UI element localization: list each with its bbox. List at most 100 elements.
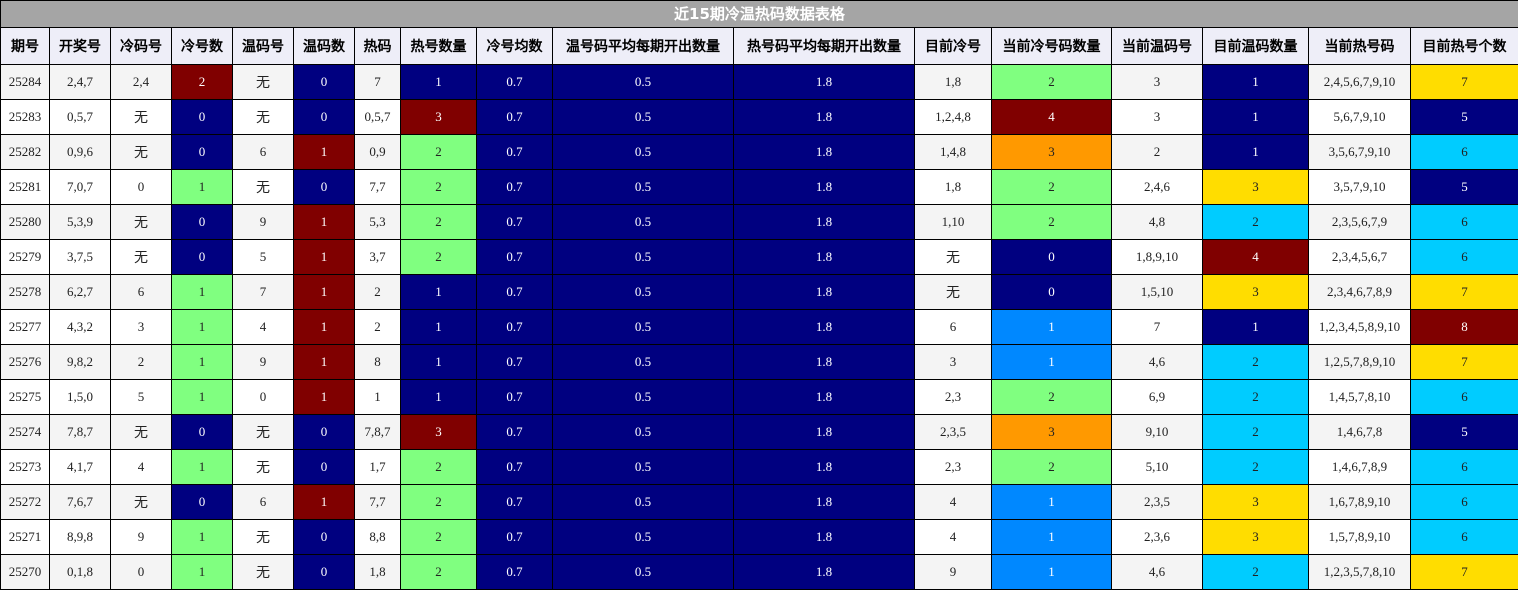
data-table-container: 近15期冷温热码数据表格 期号 开奖号 冷码号 冷号数 温码号 温码数 热码 热…	[0, 0, 1518, 577]
hot-count-cell: 2	[401, 135, 477, 170]
hot-count-cell: 2	[401, 485, 477, 520]
current-cold-count-cell: 2	[992, 205, 1112, 240]
hot-numbers-cell: 0,5,7	[355, 100, 401, 135]
issue-cell: 25274	[1, 415, 50, 450]
hot-average-cell: 1.8	[734, 65, 915, 100]
hot-average-cell: 1.8	[734, 100, 915, 135]
header-row: 期号 开奖号 冷码号 冷号数 温码号 温码数 热码 热号数量 冷号均数 温号码平…	[1, 28, 1518, 65]
col-header-cur-hot: 当前热号码	[1309, 28, 1411, 65]
warm-count-cell: 0	[294, 170, 355, 205]
current-cold-count-cell: 2	[992, 450, 1112, 485]
current-warm-count-cell: 2	[1203, 205, 1309, 240]
cold-average-cell: 0.7	[477, 100, 553, 135]
cold-average-cell: 0.7	[477, 275, 553, 310]
issue-cell: 25270	[1, 555, 50, 590]
warm-numbers-cell: 7	[233, 275, 294, 310]
hot-numbers-cell: 1	[355, 380, 401, 415]
current-hot-cell: 5,6,7,9,10	[1309, 100, 1411, 135]
table-row: 252774,3,23141210.70.51.861711,2,3,4,5,8…	[1, 310, 1518, 345]
cold-average-cell: 0.7	[477, 240, 553, 275]
col-header-issue: 期号	[1, 28, 50, 65]
hot-numbers-cell: 7	[355, 65, 401, 100]
current-warm-cell: 4,6	[1112, 345, 1203, 380]
current-warm-count-cell: 2	[1203, 415, 1309, 450]
warm-numbers-cell: 9	[233, 205, 294, 240]
warm-count-cell: 1	[294, 205, 355, 240]
table-row: 252842,4,72,42无0710.70.51.81,82312,4,5,6…	[1, 65, 1518, 100]
current-warm-cell: 6,9	[1112, 380, 1203, 415]
hot-average-cell: 1.8	[734, 240, 915, 275]
col-header-warm-count: 温码数	[294, 28, 355, 65]
current-warm-cell: 5,10	[1112, 450, 1203, 485]
current-cold-count-cell: 3	[992, 135, 1112, 170]
cold-numbers-cell: 4	[111, 450, 172, 485]
current-cold-cell: 4	[915, 520, 992, 555]
cold-count-cell: 1	[172, 555, 233, 590]
cold-count-cell: 0	[172, 100, 233, 135]
issue-cell: 25284	[1, 65, 50, 100]
current-warm-cell: 4,6	[1112, 555, 1203, 590]
warm-average-cell: 0.5	[553, 345, 734, 380]
current-cold-cell: 4	[915, 485, 992, 520]
current-hot-count-cell: 6	[1411, 205, 1518, 240]
current-cold-cell: 1,2,4,8	[915, 100, 992, 135]
table-row: 252727,6,7无0617,720.70.51.8412,3,531,6,7…	[1, 485, 1518, 520]
current-cold-cell: 无	[915, 240, 992, 275]
draw-numbers-cell: 0,1,8	[50, 555, 111, 590]
cold-numbers-cell: 0	[111, 170, 172, 205]
cold-count-cell: 0	[172, 415, 233, 450]
table-row: 252700,1,801无01,820.70.51.8914,621,2,3,5…	[1, 555, 1518, 590]
draw-numbers-cell: 1,5,0	[50, 380, 111, 415]
current-warm-cell: 3	[1112, 100, 1203, 135]
cold-numbers-cell: 2,4	[111, 65, 172, 100]
col-header-cur-cold-count: 当前冷号码数量	[992, 28, 1112, 65]
issue-cell: 25282	[1, 135, 50, 170]
current-cold-count-cell: 2	[992, 170, 1112, 205]
warm-count-cell: 0	[294, 100, 355, 135]
hot-count-cell: 1	[401, 65, 477, 100]
cold-numbers-cell: 6	[111, 275, 172, 310]
current-warm-count-cell: 2	[1203, 555, 1309, 590]
draw-numbers-cell: 0,5,7	[50, 100, 111, 135]
col-header-hot-count: 热号数量	[401, 28, 477, 65]
hot-count-cell: 2	[401, 205, 477, 240]
warm-numbers-cell: 6	[233, 135, 294, 170]
current-warm-count-cell: 2	[1203, 450, 1309, 485]
current-cold-count-cell: 1	[992, 520, 1112, 555]
table-row: 252786,2,76171210.70.51.8无01,5,1032,3,4,…	[1, 275, 1518, 310]
current-hot-cell: 1,2,5,7,8,9,10	[1309, 345, 1411, 380]
current-warm-count-cell: 3	[1203, 520, 1309, 555]
warm-numbers-cell: 无	[233, 65, 294, 100]
warm-numbers-cell: 6	[233, 485, 294, 520]
current-cold-count-cell: 4	[992, 100, 1112, 135]
issue-cell: 25273	[1, 450, 50, 485]
warm-average-cell: 0.5	[553, 275, 734, 310]
current-cold-cell: 1,8	[915, 65, 992, 100]
current-hot-count-cell: 6	[1411, 240, 1518, 275]
warm-average-cell: 0.5	[553, 380, 734, 415]
hot-count-cell: 2	[401, 555, 477, 590]
hot-count-cell: 2	[401, 240, 477, 275]
warm-count-cell: 1	[294, 380, 355, 415]
warm-numbers-cell: 无	[233, 555, 294, 590]
current-cold-cell: 6	[915, 310, 992, 345]
current-cold-cell: 2,3	[915, 450, 992, 485]
table-row: 252718,9,891无08,820.70.51.8412,3,631,5,7…	[1, 520, 1518, 555]
draw-numbers-cell: 3,7,5	[50, 240, 111, 275]
col-header-cur-cold: 目前冷号	[915, 28, 992, 65]
warm-count-cell: 1	[294, 310, 355, 345]
cold-average-cell: 0.7	[477, 450, 553, 485]
current-warm-count-cell: 4	[1203, 240, 1309, 275]
current-warm-count-cell: 1	[1203, 100, 1309, 135]
current-hot-cell: 1,2,3,5,7,8,10	[1309, 555, 1411, 590]
current-cold-count-cell: 1	[992, 310, 1112, 345]
cold-numbers-cell: 9	[111, 520, 172, 555]
warm-count-cell: 1	[294, 135, 355, 170]
cold-average-cell: 0.7	[477, 520, 553, 555]
cold-count-cell: 2	[172, 65, 233, 100]
current-warm-count-cell: 2	[1203, 345, 1309, 380]
draw-numbers-cell: 6,2,7	[50, 275, 111, 310]
cold-numbers-cell: 3	[111, 310, 172, 345]
table-row: 252734,1,741无01,720.70.51.82,325,1021,4,…	[1, 450, 1518, 485]
table-row: 252817,0,701无07,720.70.51.81,822,4,633,5…	[1, 170, 1518, 205]
